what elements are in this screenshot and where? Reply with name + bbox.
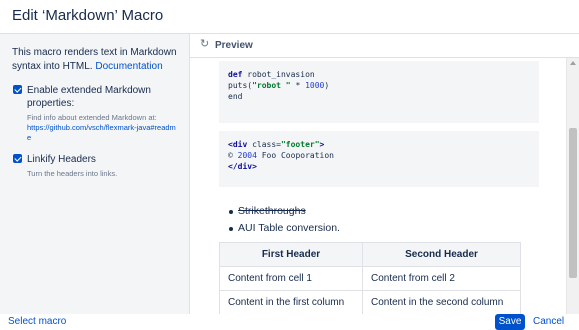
linkify-headers-checkbox[interactable] — [13, 154, 22, 163]
linkify-headers-label: Linkify Headers — [27, 154, 96, 165]
scrollbar-thumb[interactable] — [569, 128, 577, 278]
table-row: Content in the first column Content in t… — [219, 290, 521, 314]
code-text: * — [290, 81, 306, 90]
dialog-footer: Select macro Save Cancel — [0, 314, 579, 330]
extended-markdown-checkbox[interactable] — [13, 85, 22, 94]
option-extended-markdown: Enable extended Markdown properties: Fin… — [12, 84, 179, 143]
code-text: robot_invasion — [242, 70, 315, 79]
code-block-html: <div class="footer"> © 2004 Foo Cooporat… — [219, 131, 539, 187]
table-header-row: First Header Second Header — [219, 242, 521, 267]
table-header-cell: First Header — [219, 242, 363, 267]
code-string: "robot " — [252, 81, 291, 90]
preview-list: Strikethroughs AUI Table conversion. — [228, 203, 340, 237]
code-text: Foo Cooporation — [256, 151, 334, 160]
table-cell: Content in the second column — [362, 290, 521, 314]
refresh-icon[interactable]: ↻ — [200, 39, 211, 50]
code-text: ) — [324, 81, 330, 90]
documentation-link[interactable]: Documentation — [95, 61, 162, 72]
option-linkify-headers: Linkify Headers Turn the headers into li… — [12, 153, 179, 179]
select-macro-link[interactable]: Select macro — [8, 316, 66, 327]
table-cell: Content from cell 1 — [219, 266, 363, 291]
preview-header: ↻ Preview — [190, 34, 579, 58]
code-number: 1000 — [305, 81, 325, 90]
list-item: Strikethroughs — [228, 203, 340, 220]
preview-scrollbar[interactable] — [566, 58, 579, 314]
table-row: Content from cell 1 Content from cell 2 — [219, 266, 521, 291]
extended-markdown-label: Enable extended Markdown properties: — [27, 85, 151, 109]
code-text: puts( — [228, 81, 253, 90]
list-item: AUI Table conversion. — [228, 220, 340, 237]
code-block-ruby: def robot_invasion puts("robot " * 1000)… — [219, 61, 539, 123]
table-header-cell: Second Header — [362, 242, 521, 267]
table-cell: Content from cell 2 — [362, 266, 521, 291]
scroll-up-icon[interactable] — [570, 61, 576, 65]
code-text: end — [228, 92, 243, 101]
preview-table: First Header Second Header Content from … — [219, 242, 521, 314]
preview-pane: def robot_invasion puts("robot " * 1000)… — [190, 58, 566, 314]
code-string: "footer" — [280, 140, 320, 149]
code-tag: > — [319, 140, 325, 149]
linkify-headers-help: Turn the headers into links. — [27, 169, 118, 178]
code-number: 2004 — [237, 151, 257, 160]
save-button[interactable]: Save — [495, 314, 525, 330]
dialog-header: Edit ‘Markdown’ Macro — [0, 0, 579, 34]
code-text: class= — [247, 140, 281, 149]
macro-description: This macro renders text in Markdown synt… — [12, 46, 179, 74]
code-text: © — [228, 151, 238, 160]
code-tag: </div> — [228, 162, 257, 171]
flexmark-link[interactable]: https://github.com/vsch/flexmark-java#re… — [27, 123, 176, 142]
dialog-title: Edit ‘Markdown’ Macro — [12, 7, 164, 24]
extended-markdown-help-text: Find info about extended Markdown at: — [27, 113, 157, 122]
macro-options-sidebar: This macro renders text in Markdown synt… — [0, 34, 190, 314]
extended-markdown-help: Find info about extended Markdown at: ht… — [27, 113, 179, 143]
table-cell: Content in the first column — [219, 290, 363, 314]
preview-title: Preview — [215, 40, 253, 51]
code-keyword: def — [228, 70, 243, 79]
cancel-button[interactable]: Cancel — [533, 316, 564, 327]
code-tag: <div — [228, 140, 248, 149]
